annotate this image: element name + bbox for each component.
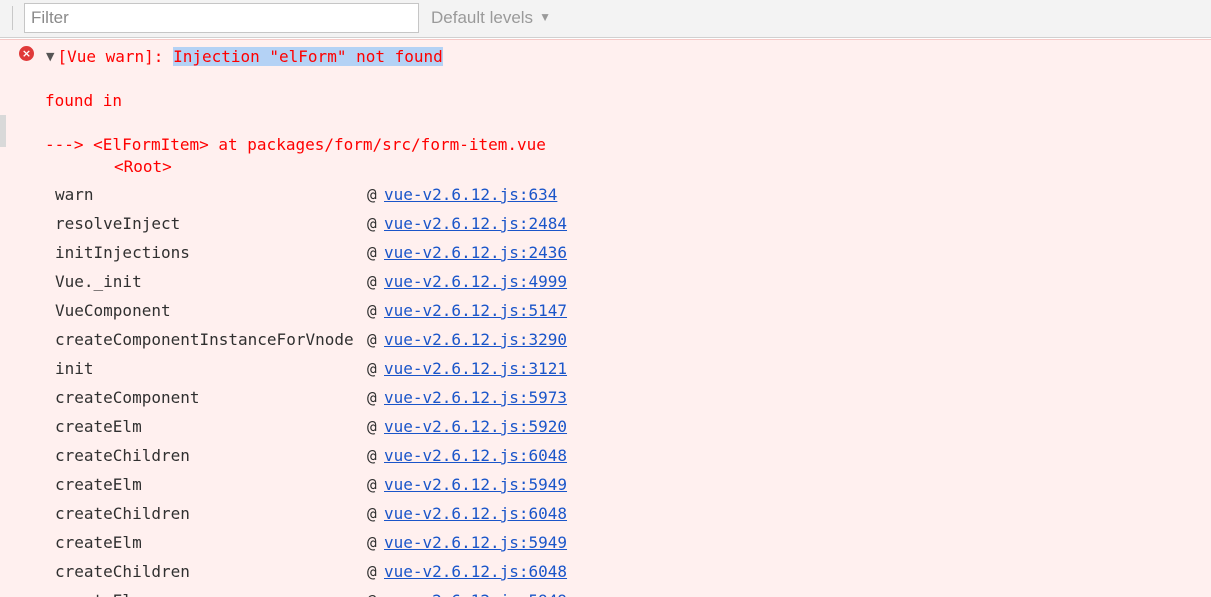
stack-at-sign: @ <box>367 562 377 581</box>
stack-function-name: VueComponent <box>55 301 171 320</box>
stack-function-name: createChildren <box>55 446 190 465</box>
stack-function-name: createElm <box>55 417 142 436</box>
stack-at-sign: @ <box>367 185 377 204</box>
stack-function-name: createChildren <box>55 504 190 523</box>
stack-at-sign: @ <box>367 214 377 233</box>
stack-function-name: createElm <box>55 475 142 494</box>
stack-frame: VueComponent @ vue-v2.6.12.js:5147 <box>0 299 1211 328</box>
toolbar-separator <box>12 6 13 30</box>
stack-function-name: createElm <box>55 591 142 597</box>
stack-function-name: initInjections <box>55 243 190 262</box>
error-icon: × <box>19 46 34 61</box>
stack-frame: createElm @ vue-v2.6.12.js:5949 <box>0 531 1211 560</box>
stack-source-link[interactable]: vue-v2.6.12.js:5949 <box>384 475 567 495</box>
stack-frame: createElm @ vue-v2.6.12.js:5949 <box>0 473 1211 502</box>
stack-source-link[interactable]: vue-v2.6.12.js:3290 <box>384 330 567 350</box>
stack-source-link[interactable]: vue-v2.6.12.js:5920 <box>384 417 567 437</box>
stack-function-name: createChildren <box>55 562 190 581</box>
stack-frame: Vue._init @ vue-v2.6.12.js:4999 <box>0 270 1211 299</box>
log-levels-label: Default levels <box>431 8 534 27</box>
expand-toggle-icon[interactable]: ▼ <box>46 50 54 63</box>
stack-source-link[interactable]: vue-v2.6.12.js:5147 <box>384 301 567 321</box>
stack-frame: createComponent @ vue-v2.6.12.js:5973 <box>0 386 1211 415</box>
stack-at-sign: @ <box>367 446 377 465</box>
stack-frame: createChildren @ vue-v2.6.12.js:6048 <box>0 444 1211 473</box>
stack-frame: warn @ vue-v2.6.12.js:634 <box>0 183 1211 212</box>
stack-frame: createElm @ vue-v2.6.12.js:5949 <box>0 589 1211 597</box>
stack-source-link[interactable]: vue-v2.6.12.js:6048 <box>384 504 567 524</box>
stack-function-name: init <box>55 359 94 378</box>
stack-source-link[interactable]: vue-v2.6.12.js:5949 <box>384 533 567 553</box>
stack-at-sign: @ <box>367 388 377 407</box>
stack-frame: resolveInject @ vue-v2.6.12.js:2484 <box>0 212 1211 241</box>
stack-frame: createComponentInstanceForVnode @ vue-v2… <box>0 328 1211 357</box>
stack-function-name: Vue._init <box>55 272 142 291</box>
stack-at-sign: @ <box>367 243 377 262</box>
stack-source-link[interactable]: vue-v2.6.12.js:3121 <box>384 359 567 379</box>
stack-source-link[interactable]: vue-v2.6.12.js:5949 <box>384 591 567 597</box>
stack-source-link[interactable]: vue-v2.6.12.js:6048 <box>384 446 567 466</box>
log-levels-dropdown[interactable]: Default levels ▼ <box>431 8 551 28</box>
message-header: ▼ [Vue warn]: Injection "elForm" not foun… <box>46 47 443 69</box>
console-toolbar: Default levels ▼ <box>0 0 1211 38</box>
component-trace-line: ---> <ElFormItem> at packages/form/src/f… <box>45 135 546 154</box>
stack-source-link[interactable]: vue-v2.6.12.js:5973 <box>384 388 567 408</box>
stack-at-sign: @ <box>367 417 377 436</box>
stack-at-sign: @ <box>367 301 377 320</box>
filter-input[interactable] <box>24 3 419 33</box>
stack-frame: initInjections @ vue-v2.6.12.js:2436 <box>0 241 1211 270</box>
stack-function-name: createComponent <box>55 388 200 407</box>
stack-source-link[interactable]: vue-v2.6.12.js:634 <box>384 185 557 205</box>
stack-source-link[interactable]: vue-v2.6.12.js:2436 <box>384 243 567 263</box>
stack-source-link[interactable]: vue-v2.6.12.js:6048 <box>384 562 567 582</box>
scroll-marker <box>0 115 6 147</box>
root-trace-line: <Root> <box>114 157 172 176</box>
console-error-message: × ▼ [Vue warn]: Injection "elForm" not fo… <box>0 39 1211 597</box>
stack-function-name: warn <box>55 185 94 204</box>
message-prefix: [Vue warn]: <box>57 47 174 66</box>
stack-at-sign: @ <box>367 504 377 523</box>
caret-down-icon: ▼ <box>539 10 551 24</box>
stack-frame: createChildren @ vue-v2.6.12.js:6048 <box>0 560 1211 589</box>
stack-at-sign: @ <box>367 591 377 597</box>
stack-source-link[interactable]: vue-v2.6.12.js:4999 <box>384 272 567 292</box>
stack-at-sign: @ <box>367 272 377 291</box>
stack-frame: createChildren @ vue-v2.6.12.js:6048 <box>0 502 1211 531</box>
stack-function-name: resolveInject <box>55 214 181 233</box>
found-in-label: found in <box>45 91 123 110</box>
stack-source-link[interactable]: vue-v2.6.12.js:2484 <box>384 214 567 234</box>
stack-at-sign: @ <box>367 359 377 378</box>
stack-frame: createElm @ vue-v2.6.12.js:5920 <box>0 415 1211 444</box>
stack-frame: init @ vue-v2.6.12.js:3121 <box>0 357 1211 386</box>
stack-at-sign: @ <box>367 533 377 552</box>
stack-at-sign: @ <box>367 330 377 349</box>
stack-function-name: createComponentInstanceForVnode <box>55 330 354 349</box>
stack-at-sign: @ <box>367 475 377 494</box>
selected-message-text: Injection "elForm" not found <box>173 47 443 66</box>
stack-function-name: createElm <box>55 533 142 552</box>
